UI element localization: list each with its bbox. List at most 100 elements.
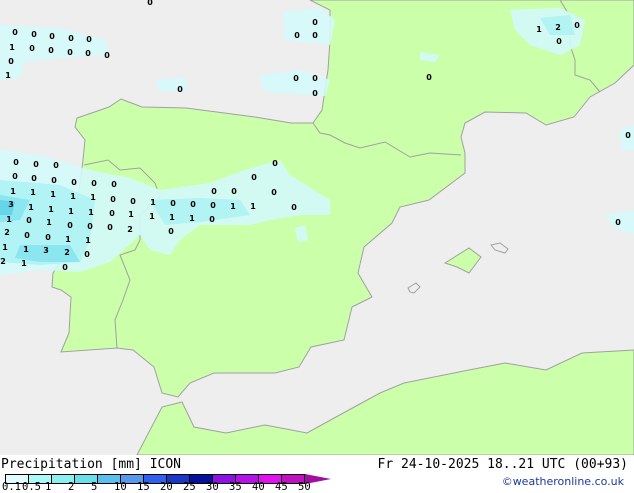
precipitation-value-label: 1 <box>128 210 134 219</box>
precipitation-value-label: 0 <box>168 227 174 236</box>
precipitation-value-label: 0 <box>312 18 318 27</box>
scale-tick-label: 35 <box>229 481 242 493</box>
precipitation-value-label: 0 <box>91 179 97 188</box>
precipitation-value-label: 0 <box>272 159 278 168</box>
scale-tick-label: 30 <box>206 481 219 493</box>
precipitation-value-label: 0 <box>625 131 631 140</box>
scale-tick-label: 2 <box>68 481 75 493</box>
precipitation-value-label: 1 <box>150 198 156 207</box>
precipitation-value-label: 0 <box>87 222 93 231</box>
precipitation-value-label: 2 <box>555 23 561 32</box>
precipitation-value-label: 0 <box>293 74 299 83</box>
precipitation-value-label: 1 <box>46 218 52 227</box>
precipitation-value-label: 0 <box>426 73 432 82</box>
precipitation-value-label: 0 <box>67 221 73 230</box>
precipitation-value-label: 1 <box>48 205 54 214</box>
precipitation-value-label: 0 <box>110 195 116 204</box>
precipitation-value-label: 0 <box>31 174 37 183</box>
precipitation-value-label: 0 <box>33 160 39 169</box>
scale-tick-label: 45 <box>275 481 288 493</box>
scale-tick-label: 50 <box>298 481 311 493</box>
credit-link[interactable]: ©weatheronline.co.uk <box>502 475 624 488</box>
scale-tick-label: 40 <box>252 481 265 493</box>
precipitation-value-label: 1 <box>536 25 542 34</box>
rain-area <box>155 78 188 92</box>
precipitation-value-label: 1 <box>30 188 36 197</box>
precipitation-value-label: 0 <box>107 223 113 232</box>
precipitation-value-label: 0 <box>271 188 277 197</box>
precipitation-value-label: 2 <box>64 248 70 257</box>
precipitation-value-label: 0 <box>291 203 297 212</box>
precipitation-value-label: 0 <box>574 21 580 30</box>
precipitation-value-label: 0 <box>177 85 183 94</box>
precipitation-value-label: 2 <box>127 225 133 234</box>
precipitation-value-label: 0 <box>68 34 74 43</box>
precipitation-value-label: 0 <box>210 201 216 210</box>
precipitation-value-label: 1 <box>23 245 29 254</box>
precipitation-value-label: 0 <box>53 161 59 170</box>
precipitation-value-label: 0 <box>62 263 68 272</box>
precipitation-value-label: 1 <box>10 187 16 196</box>
precipitation-value-label: 1 <box>250 202 256 211</box>
legend-title: Precipitation [mm] ICON <box>1 457 182 472</box>
scale-tick-label: 1 <box>45 481 52 493</box>
precipitation-value-label: 1 <box>88 208 94 217</box>
precipitation-value-label: 1 <box>230 202 236 211</box>
precipitation-value-label: 0 <box>312 74 318 83</box>
precipitation-value-label: 0 <box>26 216 32 225</box>
precipitation-value-label: 0 <box>67 48 73 57</box>
precipitation-value-label: 0 <box>170 199 176 208</box>
precipitation-value-label: 0 <box>29 44 35 53</box>
precipitation-value-label: 2 <box>4 228 10 237</box>
precipitation-value-label: 0 <box>24 231 30 240</box>
precipitation-value-label: 1 <box>90 193 96 202</box>
precipitation-value-label: 1 <box>2 243 8 252</box>
precipitation-value-label: 0 <box>104 51 110 60</box>
precipitation-value-label: 1 <box>6 215 12 224</box>
precipitation-value-label: 3 <box>8 200 14 209</box>
precipitation-value-label: 0 <box>251 173 257 182</box>
precipitation-value-label: 0 <box>8 57 14 66</box>
precipitation-value-label: 0 <box>130 197 136 206</box>
precipitation-value-label: 0 <box>49 32 55 41</box>
precipitation-value-label: 1 <box>21 259 27 268</box>
precipitation-value-label: 0 <box>51 176 57 185</box>
precipitation-value-label: 1 <box>65 235 71 244</box>
precipitation-value-label: 3 <box>43 246 49 255</box>
precipitation-value-label: 0 <box>209 215 215 224</box>
precipitation-value-label: 0 <box>84 250 90 259</box>
scale-tick-label: 15 <box>137 481 150 493</box>
precipitation-value-label: 0 <box>294 31 300 40</box>
precipitation-value-label: 0 <box>85 49 91 58</box>
precipitation-map: 0 0 0 0 0 1 0 0 0 0 0 0 1 0 0 0 0 0 0 0 0 0 1 2 0 0 0 0 0 0 0 0 0 0 0 0 0 1 1 1… <box>0 0 634 455</box>
precipitation-value-label: 0 <box>86 35 92 44</box>
valid-time: Fr 24-10-2025 18..21 UTC (00+93) <box>377 457 628 472</box>
scale-tick-label: 20 <box>160 481 173 493</box>
precipitation-value-label: 0 <box>71 178 77 187</box>
precipitation-value-label: 1 <box>50 190 56 199</box>
precipitation-value-label: 2 <box>0 257 6 266</box>
scale-tick-label: 0.1 <box>2 481 21 493</box>
precipitation-value-label: 0 <box>312 89 318 98</box>
scale-tick-label: 5 <box>91 481 98 493</box>
precipitation-value-label: 1 <box>169 213 175 222</box>
precipitation-value-label: 1 <box>149 212 155 221</box>
scale-tick-label: 25 <box>183 481 196 493</box>
precipitation-value-label: 0 <box>109 209 115 218</box>
precipitation-value-label: 0 <box>231 187 237 196</box>
precipitation-value-label: 0 <box>111 180 117 189</box>
precipitation-value-label: 0 <box>12 28 18 37</box>
scale-tick-label: 0.5 <box>22 481 41 493</box>
precipitation-value-label: 1 <box>9 43 15 52</box>
precipitation-value-label: 0 <box>312 31 318 40</box>
precipitation-value-label: 0 <box>31 30 37 39</box>
precipitation-value-label: 0 <box>13 158 19 167</box>
precipitation-value-label: 0 <box>556 37 562 46</box>
scale-tick-label: 10 <box>114 481 127 493</box>
precipitation-value-label: 0 <box>48 46 54 55</box>
precipitation-value-label: 1 <box>28 203 34 212</box>
precipitation-value-label: 0 <box>190 200 196 209</box>
precipitation-value-label: 0 <box>211 187 217 196</box>
precipitation-value-label: 1 <box>5 71 11 80</box>
precipitation-value-label: 0 <box>45 233 51 242</box>
